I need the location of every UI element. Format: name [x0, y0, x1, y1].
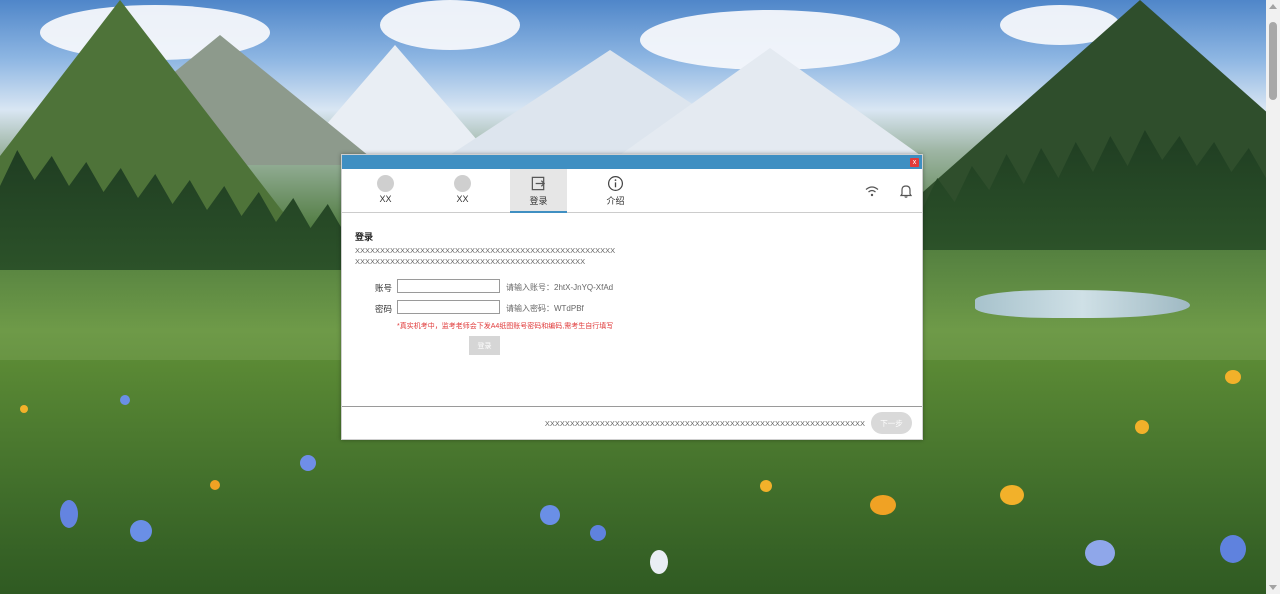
tab-label: XX — [456, 194, 469, 204]
flower — [210, 480, 220, 490]
tab-intro[interactable]: 介绍 — [587, 169, 644, 212]
circle-icon — [454, 175, 471, 192]
account-label: 账号 — [374, 283, 392, 293]
tab-login[interactable]: 登录 — [510, 169, 567, 213]
account-hint: 请输入账号：2htX-JnYQ-XfAd — [506, 283, 614, 292]
flower — [590, 525, 606, 541]
info-icon — [607, 175, 624, 192]
flower — [1220, 535, 1246, 563]
exam-dialog: x XX XX 登录 介绍 登录 XXXXXXXXXXXXXXXXXXXXXXX… — [341, 154, 923, 440]
flower — [20, 405, 28, 413]
flower — [1085, 540, 1115, 566]
flower — [120, 395, 130, 405]
flower — [300, 455, 316, 471]
flower — [1000, 485, 1024, 505]
login-panel: 登录 XXXXXXXXXXXXXXXXXXXXXXXXXXXXXXXXXXXXX… — [342, 213, 922, 405]
scroll-thumb[interactable] — [1269, 22, 1277, 100]
section-heading: 登录 — [355, 232, 374, 242]
dialog-footer: XXXXXXXXXXXXXXXXXXXXXXXXXXXXXXXXXXXXXXXX… — [342, 406, 922, 441]
tab-xx-1[interactable]: XX — [357, 169, 414, 212]
password-label: 密码 — [374, 304, 392, 314]
flower — [650, 550, 668, 574]
scroll-down-arrow[interactable] — [1269, 585, 1277, 590]
account-input[interactable] — [397, 279, 500, 293]
flower — [870, 495, 896, 515]
flower — [1225, 370, 1241, 384]
circle-icon — [377, 175, 394, 192]
flower — [760, 480, 772, 492]
description-line: XXXXXXXXXXXXXXXXXXXXXXXXXXXXXXXXXXXXXXXX… — [355, 246, 616, 255]
tab-bar: XX XX 登录 介绍 — [342, 169, 922, 213]
login-icon — [531, 176, 546, 191]
dialog-title-bar: x — [342, 155, 922, 169]
login-button[interactable]: 登录 — [469, 336, 500, 355]
password-hint: 请输入密码：WTdPBf — [506, 304, 584, 313]
wifi-icon — [865, 186, 879, 197]
flower — [1135, 420, 1149, 434]
tab-xx-2[interactable]: XX — [434, 169, 491, 212]
cloud — [380, 0, 520, 50]
exam-notice: *真实机考中，监考老师会下发A4纸图账号密码和编码,需考生自行填写 — [397, 323, 614, 330]
section-description: XXXXXXXXXXXXXXXXXXXXXXXXXXXXXXXXXXXXXXXX… — [355, 245, 615, 267]
bell-icon[interactable] — [898, 183, 914, 199]
next-step-button[interactable]: 下一步 — [871, 412, 912, 434]
tab-label: 介绍 — [606, 196, 625, 206]
close-button[interactable]: x — [910, 158, 919, 167]
scroll-up-arrow[interactable] — [1269, 4, 1277, 9]
flower — [540, 505, 560, 525]
footer-text: XXXXXXXXXXXXXXXXXXXXXXXXXXXXXXXXXXXXXXXX… — [544, 419, 865, 428]
flower — [60, 500, 78, 528]
tab-label: 登录 — [529, 196, 548, 206]
flower — [130, 520, 152, 542]
tab-label: XX — [379, 194, 392, 204]
password-input[interactable] — [397, 300, 500, 314]
river — [975, 290, 1190, 318]
mountain — [620, 48, 920, 155]
page-scrollbar[interactable] — [1266, 0, 1280, 594]
description-line: XXXXXXXXXXXXXXXXXXXXXXXXXXXXXXXXXXXXXXXX… — [355, 257, 586, 266]
